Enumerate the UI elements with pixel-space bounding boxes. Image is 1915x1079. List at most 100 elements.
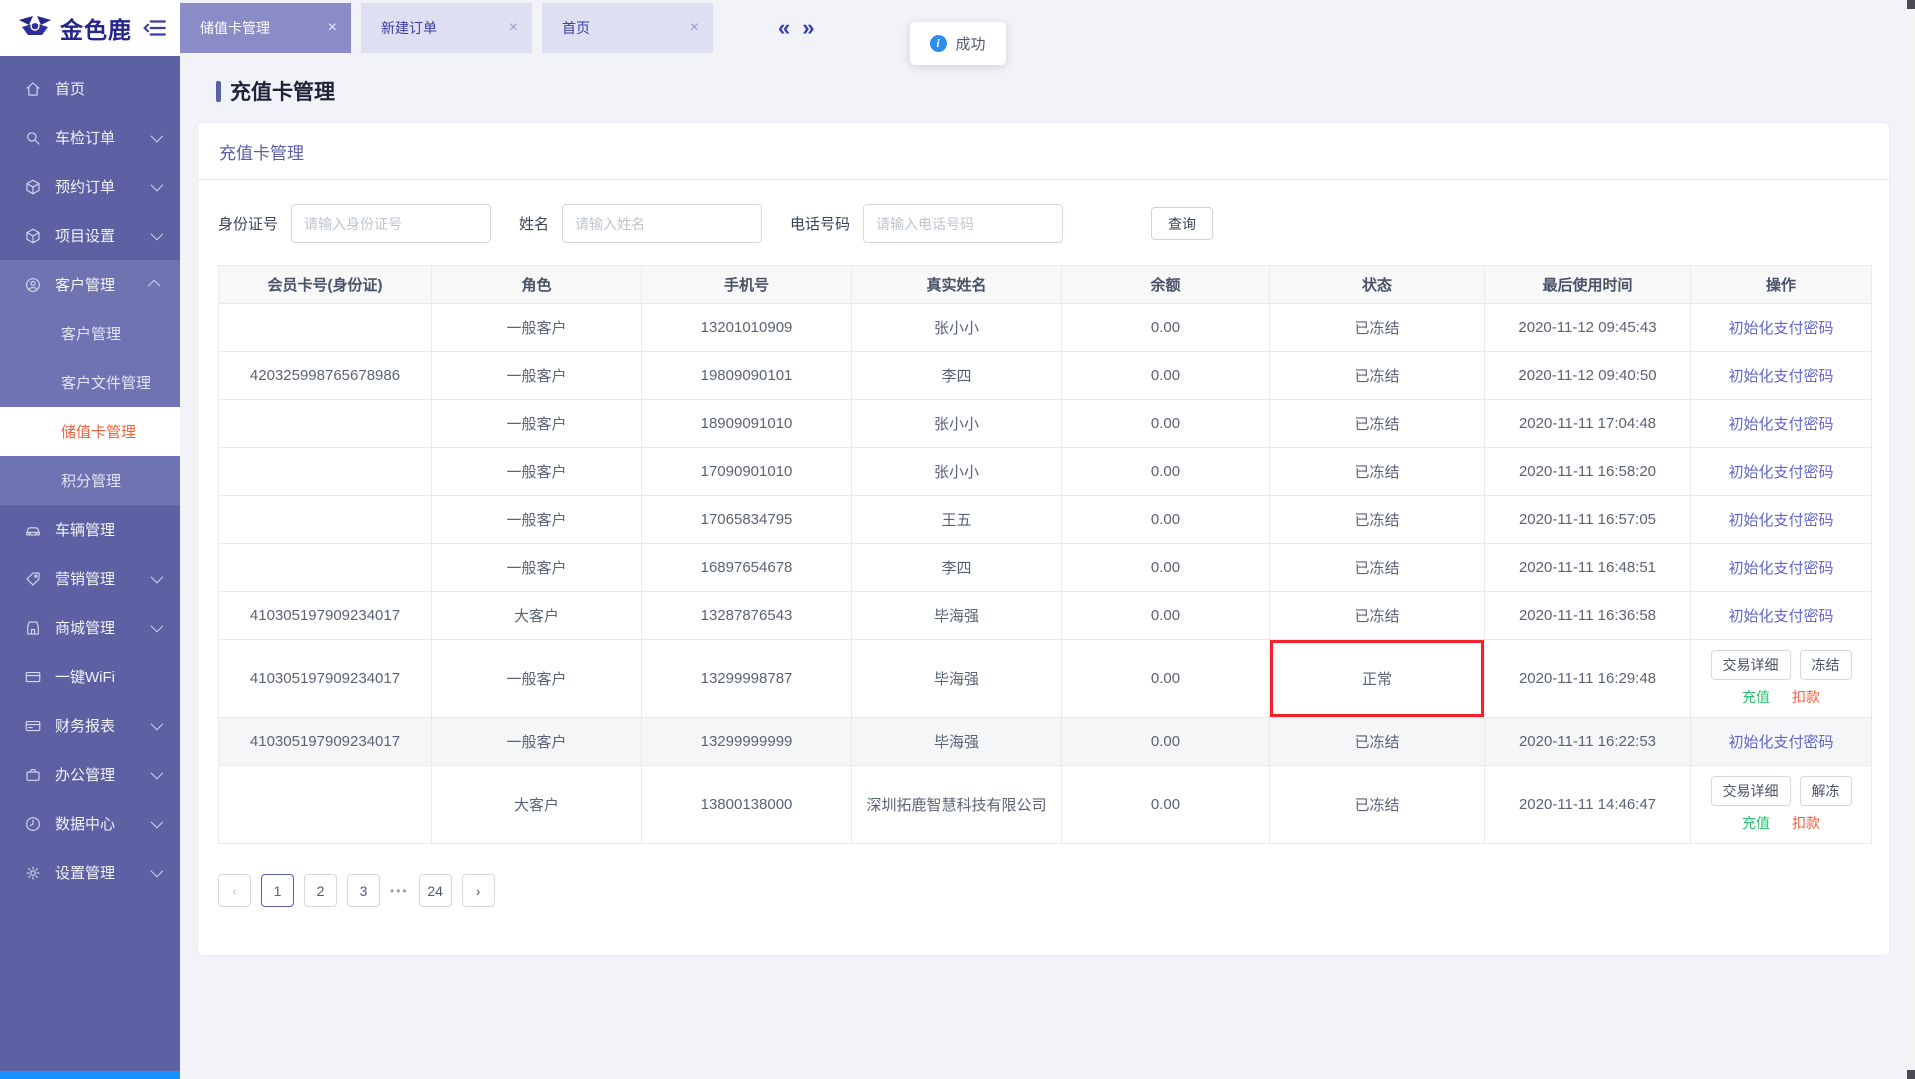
sidebar-subitem-4-3[interactable]: 积分管理	[0, 456, 180, 505]
tab-0[interactable]: 储值卡管理 ×	[180, 3, 351, 53]
sidebar-item-7[interactable]: 商城管理	[0, 603, 180, 652]
cell-phone: 16897654678	[641, 543, 852, 592]
sidebar-subitem-label: 积分管理	[61, 473, 122, 490]
init-pay-password-link[interactable]: 初始化支付密码	[1728, 368, 1833, 385]
cell-role: 一般客户	[431, 447, 642, 496]
tab-2[interactable]: 首页 ×	[542, 3, 713, 53]
cell-balance: 0.00	[1061, 303, 1270, 352]
cell-status: 已冻结	[1269, 303, 1485, 352]
tab-label: 新建订单	[381, 20, 437, 36]
cell-status: 已冻结	[1269, 495, 1485, 544]
cell-role: 一般客户	[431, 351, 642, 400]
cell-balance: 0.00	[1061, 639, 1270, 718]
freeze-toggle-button[interactable]: 解冻	[1799, 776, 1852, 806]
scrollbar-up-arrow[interactable]	[1907, 0, 1915, 9]
init-pay-password-link[interactable]: 初始化支付密码	[1728, 560, 1833, 577]
column-header: 角色	[431, 265, 642, 304]
data-clock-icon	[26, 816, 40, 831]
sidebar-item-8[interactable]: 一键WiFi	[0, 652, 180, 701]
pagination-page-3[interactable]: 3	[347, 874, 380, 907]
sidebar-item-5[interactable]: 车辆管理	[0, 505, 180, 554]
deduct-link[interactable]: 扣款	[1792, 813, 1820, 833]
cell-last-used: 2020-11-11 17:04:48	[1484, 399, 1691, 448]
logo-icon	[19, 16, 51, 35]
sidebar-subitem-4-0[interactable]: 客户管理	[0, 309, 180, 358]
close-icon[interactable]: ×	[690, 20, 699, 36]
card-body: 身份证号 姓名 电话号码 查询 会员卡号(身份证)角色手机号真实姓名余额状态最后…	[198, 180, 1889, 955]
cell-real-name: 毕海强	[851, 591, 1062, 640]
deduct-link[interactable]: 扣款	[1792, 687, 1820, 707]
sidebar-item-label: 项目设置	[55, 228, 116, 245]
tab-1[interactable]: 新建订单 ×	[361, 3, 532, 53]
id-number-input[interactable]	[291, 204, 492, 243]
sidebar-item-4[interactable]: 客户管理	[0, 260, 180, 309]
sidebar-item-11[interactable]: 数据中心	[0, 799, 180, 848]
chevron-down-icon	[150, 129, 164, 143]
init-pay-password-link[interactable]: 初始化支付密码	[1728, 512, 1833, 529]
scrollbar-down-arrow[interactable]	[1907, 1070, 1915, 1079]
pagination-page-24[interactable]: 24	[418, 874, 452, 907]
cell-balance: 0.00	[1061, 351, 1270, 400]
column-header: 操作	[1690, 265, 1872, 304]
cell-balance: 0.00	[1061, 543, 1270, 592]
cell-real-name: 深圳拓鹿智慧科技有限公司	[851, 765, 1062, 844]
cell-status: 已冻结	[1269, 765, 1485, 844]
sidebar-item-3[interactable]: 项目设置	[0, 211, 180, 260]
sidebar-item-9[interactable]: 财务报表	[0, 701, 180, 750]
init-pay-password-link[interactable]: 初始化支付密码	[1728, 320, 1833, 337]
pagination-ellipsis[interactable]: •••	[390, 884, 409, 898]
close-icon[interactable]: ×	[328, 20, 337, 36]
sidebar-item-12[interactable]: 设置管理	[0, 848, 180, 897]
phone-input[interactable]	[863, 204, 1064, 243]
trade-detail-button[interactable]: 交易详细	[1710, 650, 1791, 680]
pagination-next-button[interactable]: ›	[461, 874, 495, 907]
table-row: 410305197909234017 一般客户 13299998787 毕海强 0.00…	[218, 639, 1872, 718]
sidebar-subitem-4-2[interactable]: 储值卡管理	[0, 407, 180, 456]
cell-status: 已冻结	[1269, 351, 1485, 400]
cell-phone: 19809090101	[641, 351, 852, 400]
sidebar-item-label: 数据中心	[55, 816, 116, 833]
sidebar-subitem-4-1[interactable]: 客户文件管理	[0, 358, 180, 407]
freeze-toggle-button[interactable]: 冻结	[1799, 650, 1852, 680]
column-header: 会员卡号(身份证)	[218, 265, 432, 304]
recharge-link[interactable]: 充值	[1742, 813, 1770, 833]
init-pay-password-link[interactable]: 初始化支付密码	[1728, 608, 1833, 625]
init-pay-password-link[interactable]: 初始化支付密码	[1728, 416, 1833, 433]
pagination-prev-button[interactable]: ‹	[218, 874, 251, 907]
tabs-scroll-right-icon[interactable]: »	[802, 17, 814, 39]
query-button[interactable]: 查询	[1151, 207, 1214, 240]
init-pay-password-link[interactable]: 初始化支付密码	[1728, 734, 1833, 751]
report-card-icon	[25, 720, 41, 731]
cell-balance: 0.00	[1061, 717, 1270, 766]
cube-icon	[26, 179, 40, 194]
tabs-container: 储值卡管理 × 新建订单 × 首页 ×	[180, 3, 723, 53]
cell-balance: 0.00	[1061, 591, 1270, 640]
sidebar-item-10[interactable]: 办公管理	[0, 750, 180, 799]
page-scrollbar[interactable]	[1907, 0, 1915, 1079]
home-icon	[26, 81, 40, 96]
app-title: 金色鹿	[60, 17, 132, 43]
trade-detail-button[interactable]: 交易详细	[1710, 776, 1791, 806]
recharge-link[interactable]: 充值	[1742, 687, 1770, 707]
close-icon[interactable]: ×	[509, 20, 518, 36]
pagination-page-1[interactable]: 1	[261, 874, 294, 907]
cell-role: 大客户	[431, 765, 642, 844]
success-toast: i 成功	[909, 22, 1006, 65]
sidebar-item-2[interactable]: 预约订单	[0, 162, 180, 211]
sidebar-item-0[interactable]: 首页	[0, 64, 180, 113]
main-content: 储值卡管理 × 新建订单 × 首页 × « » i 成功 充值卡管理 充值卡管理 身份证号…	[180, 0, 1915, 956]
pagination-page-2[interactable]: 2	[304, 874, 337, 907]
cell-role: 一般客户	[431, 399, 642, 448]
cell-balance: 0.00	[1061, 399, 1270, 448]
chevron-down-icon	[150, 864, 164, 878]
table-row: 一般客户 17090901010 张小小 0.00 已冻结 2020-11-11 16:5…	[218, 447, 1872, 496]
recharge-card-panel: 充值卡管理 身份证号 姓名 电话号码 查询 会员卡号(身份证	[197, 122, 1890, 956]
sidebar-item-label: 设置管理	[55, 865, 116, 882]
init-pay-password-link[interactable]: 初始化支付密码	[1728, 464, 1833, 481]
sidebar-item-1[interactable]: 车检订单	[0, 113, 180, 162]
cell-phone: 17065834795	[641, 495, 852, 544]
name-input[interactable]	[562, 204, 763, 243]
sidebar-item-6[interactable]: 营销管理	[0, 554, 180, 603]
menu-collapse-icon[interactable]	[142, 15, 168, 41]
tabs-scroll-left-icon[interactable]: «	[778, 17, 790, 39]
